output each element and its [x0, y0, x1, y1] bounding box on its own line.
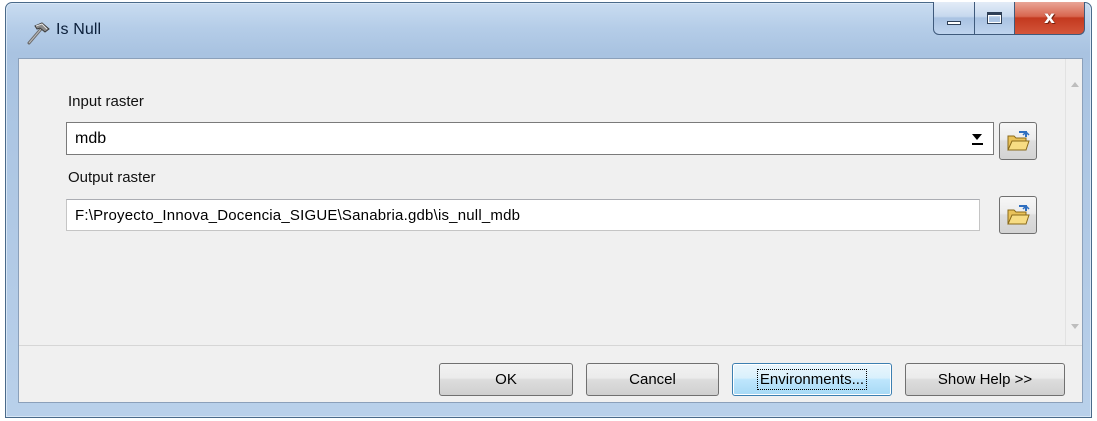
cancel-button[interactable]: Cancel — [586, 363, 719, 396]
minimize-icon — [947, 21, 961, 25]
dialog-window: Is Null x Input raster mdb Output raster… — [5, 2, 1092, 418]
minimize-button[interactable] — [933, 2, 975, 35]
input-raster-combobox[interactable]: mdb — [66, 122, 994, 155]
scroll-down-button[interactable] — [1066, 318, 1083, 335]
maximize-icon — [987, 12, 1002, 24]
input-raster-browse-button[interactable] — [999, 122, 1037, 160]
show-help-button[interactable]: Show Help >> — [905, 363, 1065, 396]
chevron-down-icon — [1070, 324, 1079, 329]
scroll-up-button[interactable] — [1066, 76, 1083, 93]
input-raster-value[interactable]: mdb — [67, 130, 966, 148]
hammer-icon — [25, 20, 51, 46]
open-folder-icon — [1007, 130, 1030, 151]
dropdown-button[interactable] — [966, 126, 988, 151]
title-bar[interactable]: Is Null x — [6, 2, 1091, 59]
output-raster-browse-button[interactable] — [999, 196, 1037, 234]
close-button[interactable]: x — [1015, 2, 1085, 35]
window-controls: x — [933, 2, 1085, 35]
vertical-scrollbar[interactable] — [1065, 59, 1082, 345]
dialog-client-area: Input raster mdb Output raster F:\Proyec… — [18, 58, 1083, 403]
button-bar: OK Cancel Environments... Show Help >> — [19, 345, 1082, 402]
chevron-down-icon — [972, 133, 982, 140]
output-raster-field[interactable]: F:\Proyecto_Innova_Docencia_SIGUE\Sanabr… — [66, 199, 980, 231]
output-raster-label: Output raster — [68, 169, 156, 186]
maximize-button[interactable] — [975, 2, 1015, 35]
close-icon: x — [1044, 8, 1055, 28]
parameters-panel: Input raster mdb Output raster F:\Proyec… — [19, 59, 1067, 345]
window-title: Is Null — [56, 21, 102, 38]
chevron-up-icon — [1070, 82, 1079, 87]
input-raster-label: Input raster — [68, 93, 144, 110]
ok-button[interactable]: OK — [439, 363, 573, 396]
environments-button[interactable]: Environments... — [732, 363, 892, 396]
environments-label: Environments... — [756, 369, 868, 390]
open-folder-icon — [1007, 204, 1030, 225]
